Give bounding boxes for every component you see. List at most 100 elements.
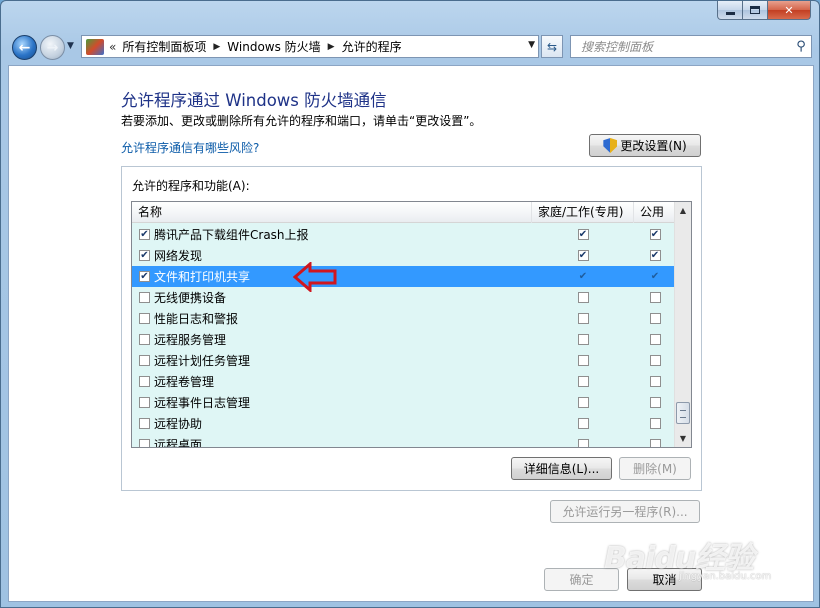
program-enabled-checkbox[interactable]	[139, 418, 150, 429]
control-panel-icon	[86, 38, 104, 55]
public-cell: ✔	[634, 229, 676, 240]
home-work-checkbox[interactable]: ✔	[577, 250, 589, 261]
table-row[interactable]: 远程计划任务管理	[132, 350, 676, 371]
program-enabled-checkbox[interactable]	[139, 313, 150, 324]
delete-button[interactable]: 删除(M)	[619, 457, 691, 480]
home-work-cell	[532, 397, 634, 408]
forward-button[interactable]: →	[40, 35, 65, 60]
program-enabled-checkbox[interactable]: ✔	[139, 229, 150, 240]
public-checkbox[interactable]: ✔	[650, 271, 661, 282]
change-settings-button[interactable]: 更改设置(N)	[589, 134, 701, 157]
program-enabled-checkbox[interactable]	[139, 334, 150, 345]
breadcrumb-all-control-panel-items[interactable]: 所有控制面板项	[122, 38, 206, 55]
minimize-button[interactable]	[717, 1, 743, 20]
risk-help-link[interactable]: 允许程序通信有哪些风险?	[121, 139, 259, 156]
program-enabled-checkbox[interactable]: ✔	[139, 250, 150, 261]
address-bar[interactable]: « 所有控制面板项 ▶ Windows 防火墙 ▶ 允许的程序 ▼	[81, 35, 539, 58]
back-arrow-icon: ←	[18, 39, 31, 56]
table-row[interactable]: 无线便携设备	[132, 287, 676, 308]
table-row[interactable]: 远程服务管理	[132, 329, 676, 350]
address-overflow[interactable]: «	[109, 40, 116, 54]
program-name: 远程服务管理	[154, 333, 227, 347]
home-work-checkbox[interactable]	[577, 334, 589, 345]
program-name-cell: 远程计划任务管理	[132, 352, 532, 369]
scroll-thumb[interactable]	[676, 402, 690, 424]
program-enabled-checkbox[interactable]	[139, 292, 150, 303]
maximize-button[interactable]	[743, 1, 768, 20]
public-checkbox[interactable]: ✔	[649, 229, 661, 240]
breadcrumb-windows-firewall[interactable]: Windows 防火墙	[227, 38, 320, 55]
home-work-checkbox[interactable]	[577, 355, 589, 366]
vertical-scrollbar[interactable]: ▲ ▼	[674, 202, 691, 447]
allow-another-program-button[interactable]: 允许运行另一程序(R)...	[550, 500, 700, 523]
public-checkbox[interactable]	[649, 376, 661, 387]
table-row[interactable]: ✔ 腾讯产品下载组件Crash上报 ✔ ✔	[132, 224, 676, 245]
scroll-down-icon[interactable]: ▼	[675, 430, 691, 447]
column-header-name[interactable]: 名称	[132, 202, 532, 223]
public-checkbox[interactable]	[649, 292, 661, 303]
refresh-button[interactable]: ⇆	[541, 35, 563, 58]
table-row[interactable]: 远程协助	[132, 413, 676, 434]
program-name-cell: 远程协助	[132, 415, 532, 432]
home-work-cell	[532, 292, 634, 303]
program-enabled-checkbox[interactable]	[139, 397, 150, 408]
column-header-home-work[interactable]: 家庭/工作(专用)	[532, 202, 634, 223]
home-work-checkbox[interactable]	[577, 397, 589, 408]
public-checkbox[interactable]	[649, 355, 661, 366]
table-row[interactable]: ✔ 文件和打印机共享 ✔ ✔	[132, 266, 676, 287]
table-row[interactable]: 远程卷管理	[132, 371, 676, 392]
program-name-cell: 远程服务管理	[132, 331, 532, 348]
breadcrumb-arrow-icon[interactable]: ▶	[213, 42, 220, 52]
window-frame: ✕ ← → ▼ « 所有控制面板项 ▶ Windows 防火墙 ▶ 允许的程序 …	[0, 0, 820, 608]
uac-shield-icon	[603, 138, 618, 153]
public-checkbox[interactable]	[649, 313, 661, 324]
details-button[interactable]: 详细信息(L)...	[511, 457, 612, 480]
public-checkbox[interactable]: ✔	[649, 250, 661, 261]
breadcrumb-allowed-programs[interactable]: 允许的程序	[342, 38, 402, 55]
search-box[interactable]: ⚲	[570, 35, 812, 58]
public-checkbox[interactable]	[649, 334, 661, 345]
recent-pages-dropdown[interactable]: ▼	[67, 41, 74, 51]
program-name: 远程桌面	[154, 438, 203, 448]
program-enabled-checkbox[interactable]	[139, 376, 150, 387]
program-name: 性能日志和警报	[154, 312, 239, 326]
home-work-checkbox[interactable]	[577, 439, 589, 447]
column-header-public[interactable]: 公用	[634, 202, 676, 223]
public-checkbox[interactable]	[649, 397, 661, 408]
public-checkbox[interactable]	[649, 439, 661, 447]
back-button[interactable]: ←	[12, 35, 37, 60]
scroll-up-icon[interactable]: ▲	[675, 202, 691, 219]
address-dropdown-icon[interactable]: ▼	[528, 40, 535, 50]
program-enabled-checkbox[interactable]: ✔	[139, 271, 150, 282]
table-row[interactable]: ✔ 网络发现 ✔ ✔	[132, 245, 676, 266]
search-icon[interactable]: ⚲	[791, 39, 811, 54]
breadcrumb-arrow-icon[interactable]: ▶	[328, 42, 335, 52]
minimize-icon	[725, 11, 735, 15]
allowed-programs-list[interactable]: 名称 家庭/工作(专用) 公用 ✔ 腾讯产品下载组件Crash上报 ✔ ✔ ✔ 网络发现 ✔…	[131, 201, 692, 448]
table-row[interactable]: 远程事件日志管理	[132, 392, 676, 413]
public-cell	[634, 397, 676, 408]
chevron-down-icon: ▼	[67, 41, 74, 51]
program-enabled-checkbox[interactable]	[139, 439, 150, 447]
table-row[interactable]: 远程桌面	[132, 434, 676, 448]
public-checkbox[interactable]	[649, 418, 661, 429]
public-cell	[634, 439, 676, 447]
close-button[interactable]: ✕	[768, 1, 811, 20]
home-work-checkbox[interactable]	[577, 418, 589, 429]
program-name: 远程卷管理	[154, 375, 215, 389]
home-work-checkbox[interactable]	[577, 376, 589, 387]
content-pane: 允许程序通过 Windows 防火墙通信 若要添加、更改或删除所有允许的程序和端…	[8, 65, 814, 602]
table-row[interactable]: 性能日志和警报	[132, 308, 676, 329]
home-work-checkbox[interactable]: ✔	[577, 229, 589, 240]
home-work-cell	[532, 439, 634, 447]
public-cell: ✔	[634, 250, 676, 261]
program-enabled-checkbox[interactable]	[139, 355, 150, 366]
home-work-checkbox[interactable]: ✔	[578, 271, 589, 282]
home-work-checkbox[interactable]	[577, 292, 589, 303]
home-work-checkbox[interactable]	[577, 313, 589, 324]
search-input[interactable]	[579, 37, 791, 56]
change-settings-label: 更改设置(N)	[620, 139, 687, 153]
page-description: 若要添加、更改或删除所有允许的程序和端口，请单击“更改设置”。	[121, 114, 482, 128]
forward-arrow-icon: →	[46, 39, 59, 56]
red-arrow-annotation-icon	[293, 262, 337, 292]
